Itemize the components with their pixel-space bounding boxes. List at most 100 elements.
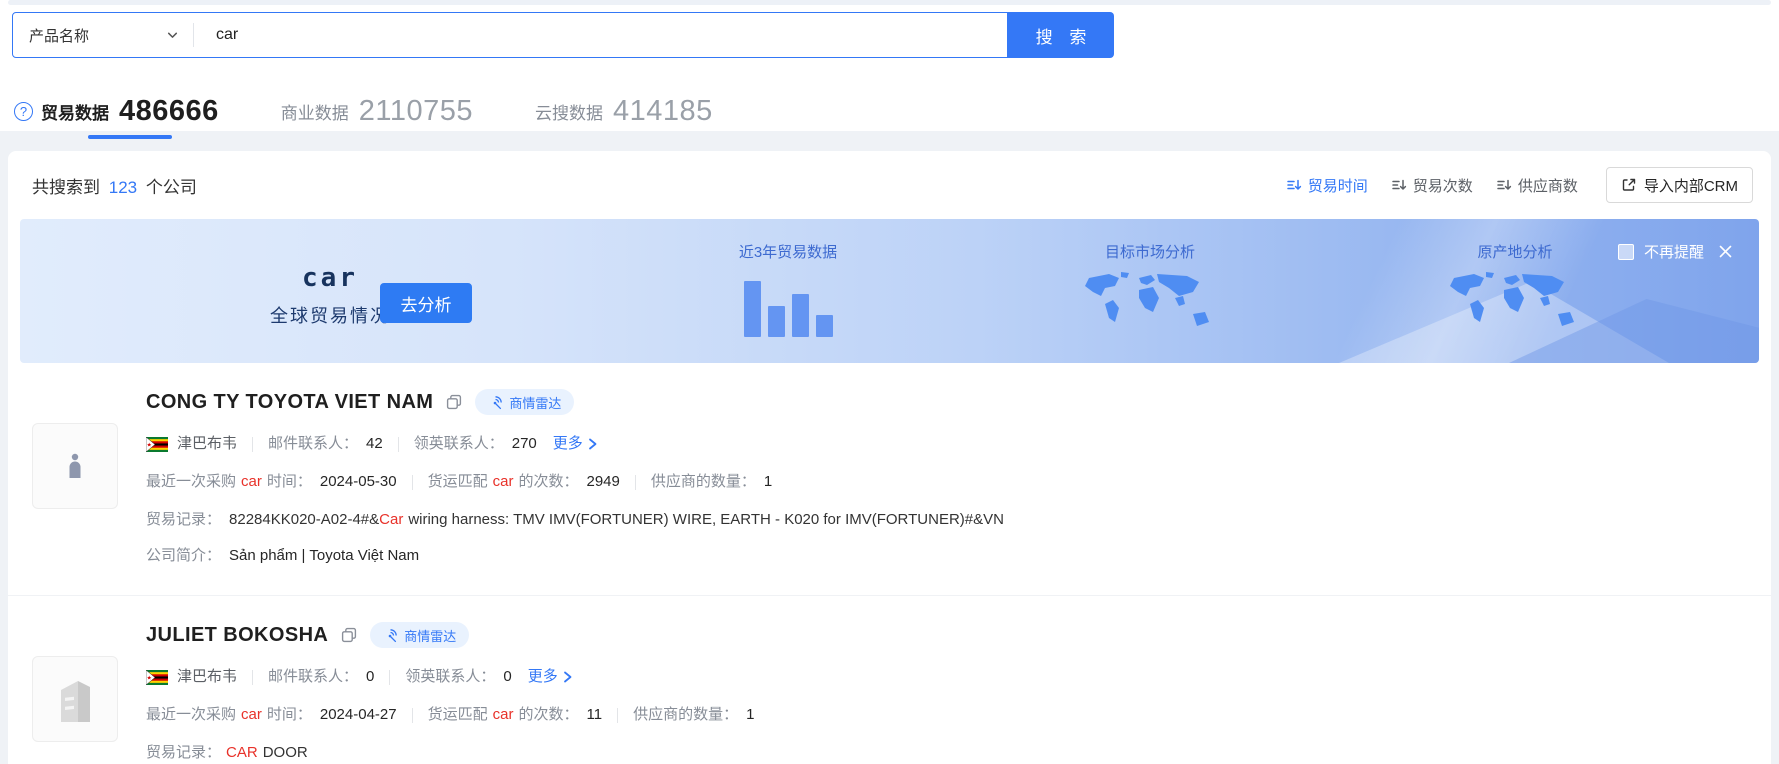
company-intro-label: 公司简介：	[146, 545, 221, 567]
world-map-icon	[1075, 269, 1225, 351]
results-panel: 共搜索到 123 个公司 贸易时间 贸易次数 供应商数	[8, 151, 1771, 764]
supplier-count: 1	[764, 471, 772, 493]
more-link[interactable]: 更多	[528, 666, 573, 688]
email-contacts-label: 邮件联系人：	[268, 666, 358, 688]
supplier-label: 供应商的数量：	[651, 471, 756, 493]
purchase-label-pre: 最近一次采购	[146, 704, 236, 726]
sort-label: 供应商数	[1518, 175, 1578, 196]
search-input[interactable]	[194, 13, 1007, 57]
copy-icon[interactable]	[341, 627, 357, 643]
trade-record-pre: 82284KK020-A02-4#&	[229, 509, 379, 531]
purchase-label-post: 时间：	[267, 704, 312, 726]
feature-trade-title: 近3年贸易数据	[688, 241, 888, 262]
company-purchase-row: 最近一次采购 car 时间： 2024-05-30 货运匹配 car 的次数： …	[146, 471, 1747, 493]
company-body: JULIET BOKOSHA 商情雷达 津巴布韦 邮件联系人： 0	[146, 622, 1747, 764]
divider	[412, 708, 413, 723]
search-box: 产品名称	[12, 12, 1008, 58]
divider	[617, 708, 618, 723]
company-body: CONG TY TOYOTA VIET NAM 商情雷达 津巴布韦 邮件联系人：…	[146, 389, 1747, 567]
freight-label-post: 的次数：	[518, 471, 578, 493]
sort-trade-count[interactable]: 贸易次数	[1392, 175, 1473, 196]
sort-icon	[1497, 178, 1512, 192]
import-crm-label: 导入内部CRM	[1644, 175, 1738, 196]
search-button[interactable]: 搜 索	[1008, 12, 1114, 58]
trade-record-post: DOOR	[263, 742, 308, 764]
more-link[interactable]: 更多	[553, 433, 598, 455]
company-country: 津巴布韦	[177, 666, 237, 688]
tab-trade-data[interactable]: ? 贸易数据 486666	[14, 95, 219, 128]
company-thumbnail[interactable]	[32, 423, 118, 509]
help-icon[interactable]: ?	[14, 102, 33, 121]
radar-badge-label: 商情雷达	[404, 626, 456, 645]
results-count-suffix: 个公司	[146, 178, 197, 197]
company-name-row: JULIET BOKOSHA 商情雷达	[146, 622, 1747, 648]
tab-business-data[interactable]: 商业数据 2110755	[281, 95, 473, 128]
supplier-label: 供应商的数量：	[633, 704, 738, 726]
company-thumbnail[interactable]	[32, 656, 118, 742]
chevron-down-icon	[166, 29, 179, 42]
sort-label: 贸易时间	[1308, 175, 1368, 196]
results-toolbar: 共搜索到 123 个公司 贸易时间 贸易次数 供应商数	[8, 151, 1771, 203]
sort-trade-time[interactable]: 贸易时间	[1287, 175, 1368, 196]
divider	[635, 475, 636, 490]
import-crm-icon	[1621, 177, 1637, 193]
radar-icon	[383, 628, 398, 643]
trade-record-label: 贸易记录：	[146, 509, 221, 531]
feature-origin-title: 原产地分析	[1415, 241, 1615, 262]
radar-badge[interactable]: 商情雷达	[370, 622, 469, 648]
close-icon[interactable]	[1718, 244, 1733, 259]
analysis-promo-banner: car 全球贸易情况 去分析 近3年贸易数据 目标市场分析 原产地分析	[20, 219, 1759, 363]
trade-record-post: wiring harness: TMV IMV(FORTUNER) WIRE, …	[408, 509, 1004, 531]
company-intro-row: 公司简介： Sản phẩm | Toyota Việt Nam	[146, 545, 1747, 567]
tab-count: 414185	[613, 95, 713, 128]
company-name[interactable]: CONG TY TOYOTA VIET NAM	[146, 391, 433, 414]
purchase-date: 2024-05-30	[320, 471, 397, 493]
dismiss-group: 不再提醒	[1618, 241, 1733, 262]
company-record-row: 贸易记录： CAR DOOR	[146, 742, 1747, 764]
linkedin-contacts-value: 0	[503, 666, 511, 688]
results-count-prefix: 共搜索到	[32, 178, 100, 197]
linkedin-contacts-label: 领英联系人：	[405, 666, 495, 688]
email-contacts-value: 0	[366, 666, 374, 688]
freight-count: 2949	[586, 471, 619, 493]
copy-icon[interactable]	[446, 394, 462, 410]
company-name[interactable]: JULIET BOKOSHA	[146, 624, 328, 647]
zimbabwe-flag-icon	[146, 437, 168, 452]
divider	[412, 475, 413, 490]
sort-icon	[1392, 178, 1407, 192]
supplier-count: 1	[746, 704, 754, 726]
freight-label-pre: 货运匹配	[428, 704, 488, 726]
company-purchase-row: 最近一次采购 car 时间： 2024-04-27 货运匹配 car 的次数： …	[146, 704, 1747, 726]
tab-count: 486666	[119, 95, 219, 128]
sort-icon	[1287, 178, 1302, 192]
sort-toolbar: 贸易时间 贸易次数 供应商数 导入内部CRM	[1263, 167, 1753, 203]
keyword-highlight: car	[493, 704, 514, 726]
radar-badge-label: 商情雷达	[509, 393, 561, 412]
company-record-row: 贸易记录： 82284KK020-A02-4#& Car wiring harn…	[146, 509, 1747, 531]
page: 产品名称 搜 索 ? 贸易数据 486666 商业数据 2110755 云搜数据…	[0, 0, 1779, 764]
search-category-select[interactable]: 产品名称	[13, 13, 193, 57]
divider	[389, 670, 390, 685]
freight-label-post: 的次数：	[518, 704, 578, 726]
company-info-row: 津巴布韦 邮件联系人： 0 领英联系人： 0 更多	[146, 666, 1747, 688]
analyze-button[interactable]: 去分析	[380, 283, 472, 323]
sort-supplier-count[interactable]: 供应商数	[1497, 175, 1578, 196]
building-icon	[53, 674, 97, 724]
chevron-right-icon	[562, 671, 573, 683]
company-name-row: CONG TY TOYOTA VIET NAM 商情雷达	[146, 389, 1747, 415]
tab-cloud-search-data[interactable]: 云搜数据 414185	[535, 95, 713, 128]
sort-label: 贸易次数	[1413, 175, 1473, 196]
dismiss-label[interactable]: 不再提醒	[1644, 241, 1704, 262]
keyword-highlight: car	[241, 471, 262, 493]
radar-badge[interactable]: 商情雷达	[475, 389, 574, 415]
dismiss-checkbox[interactable]	[1618, 244, 1634, 260]
divider	[398, 437, 399, 452]
email-contacts-label: 邮件联系人：	[268, 433, 358, 455]
divider	[252, 437, 253, 452]
linkedin-contacts-label: 领英联系人：	[414, 433, 504, 455]
company-card: CONG TY TOYOTA VIET NAM 商情雷达 津巴布韦 邮件联系人：…	[8, 363, 1771, 567]
chevron-right-icon	[587, 438, 598, 450]
linkedin-contacts-value: 270	[512, 433, 537, 455]
import-crm-button[interactable]: 导入内部CRM	[1606, 167, 1753, 203]
purchase-label-post: 时间：	[267, 471, 312, 493]
